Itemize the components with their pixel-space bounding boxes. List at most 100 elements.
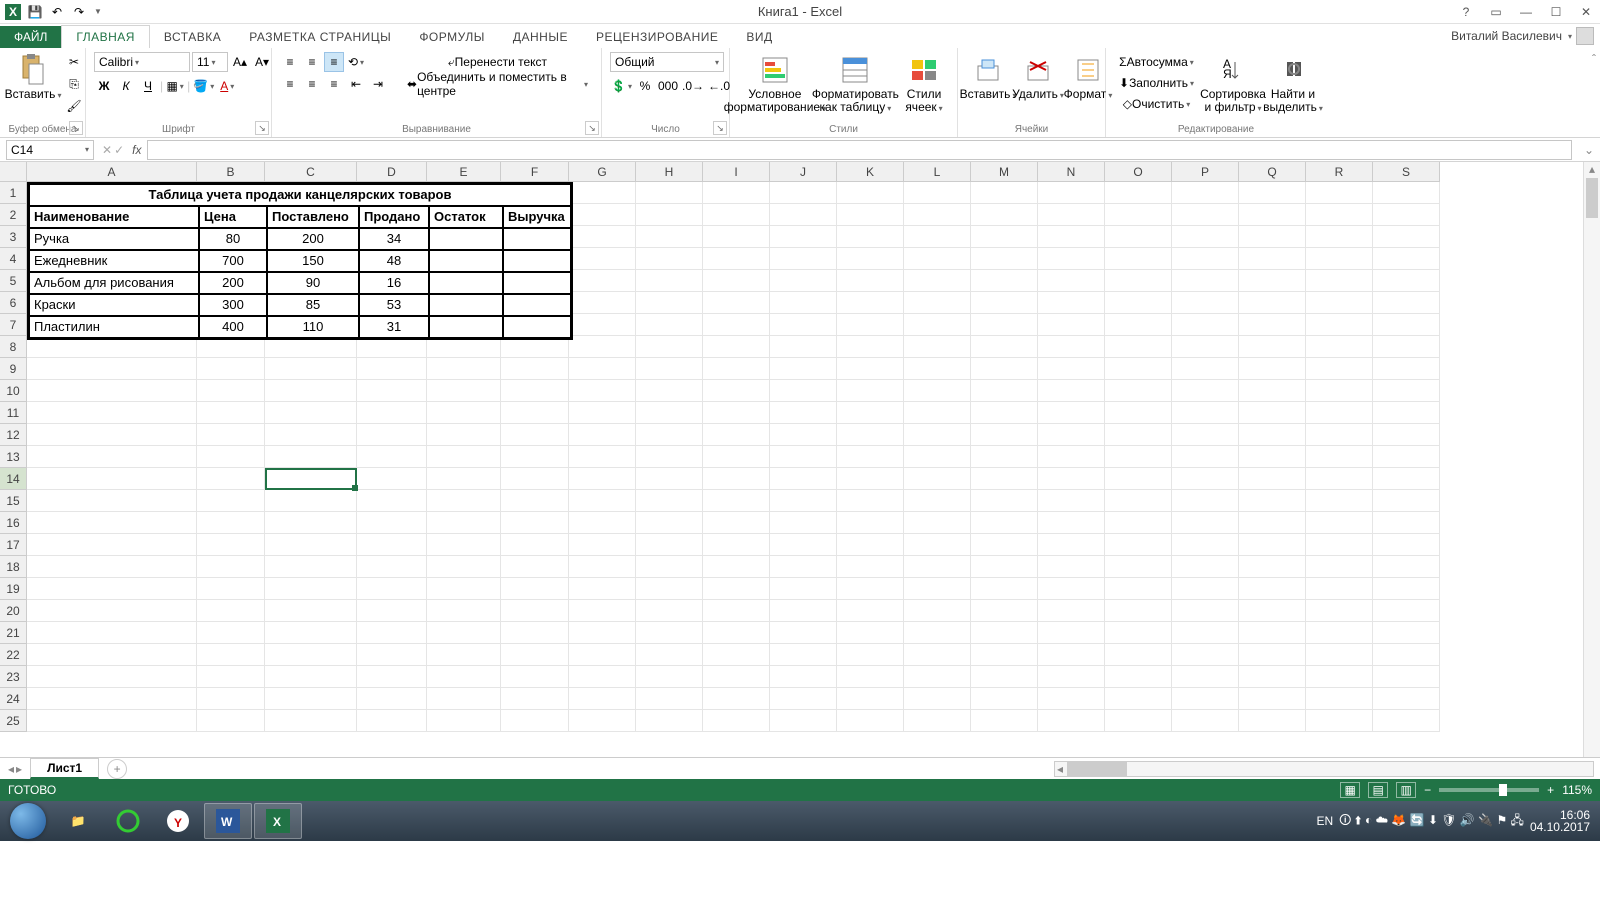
- user-account[interactable]: Виталий Василевич ▾: [1451, 27, 1594, 45]
- row-header-22[interactable]: 22: [0, 644, 27, 666]
- cell-Q4[interactable]: [1239, 248, 1306, 270]
- cell-E16[interactable]: [427, 512, 501, 534]
- undo-button[interactable]: ↶: [48, 3, 66, 21]
- cell-I22[interactable]: [703, 644, 770, 666]
- horizontal-scrollbar[interactable]: ◂: [1054, 761, 1594, 777]
- font-launcher[interactable]: ↘: [255, 121, 269, 135]
- clipboard-launcher[interactable]: ↘: [69, 121, 83, 135]
- cell-S8[interactable]: [1373, 336, 1440, 358]
- row-header-5[interactable]: 5: [0, 270, 27, 292]
- cell-O8[interactable]: [1105, 336, 1172, 358]
- maximize-button[interactable]: ☐: [1546, 2, 1566, 22]
- col-header-B[interactable]: B: [197, 162, 265, 182]
- cell-Q2[interactable]: [1239, 204, 1306, 226]
- row-header-20[interactable]: 20: [0, 600, 27, 622]
- new-sheet-button[interactable]: +: [107, 759, 127, 779]
- cell-O6[interactable]: [1105, 292, 1172, 314]
- cell-R15[interactable]: [1306, 490, 1373, 512]
- cell-A23[interactable]: [27, 666, 197, 688]
- cell-I19[interactable]: [703, 578, 770, 600]
- cell-B24[interactable]: [197, 688, 265, 710]
- cell-I9[interactable]: [703, 358, 770, 380]
- cell-Q13[interactable]: [1239, 446, 1306, 468]
- delete-cells-button[interactable]: Удалить▾: [1016, 52, 1060, 104]
- cell-M25[interactable]: [971, 710, 1038, 732]
- cell-S4[interactable]: [1373, 248, 1440, 270]
- cell-B15[interactable]: [197, 490, 265, 512]
- cell-E25[interactable]: [427, 710, 501, 732]
- cell-E20[interactable]: [427, 600, 501, 622]
- cell-Q9[interactable]: [1239, 358, 1306, 380]
- cell-N10[interactable]: [1038, 380, 1105, 402]
- cell-N18[interactable]: [1038, 556, 1105, 578]
- wrap-text-button[interactable]: ⤶ Перенести текст: [402, 52, 593, 72]
- cell-S13[interactable]: [1373, 446, 1440, 468]
- cell-P1[interactable]: [1172, 182, 1239, 204]
- cell-F22[interactable]: [501, 644, 569, 666]
- cell-S7[interactable]: [1373, 314, 1440, 336]
- table-cell[interactable]: [429, 250, 503, 272]
- row-header-11[interactable]: 11: [0, 402, 27, 424]
- cell-F25[interactable]: [501, 710, 569, 732]
- cell-P17[interactable]: [1172, 534, 1239, 556]
- cell-J5[interactable]: [770, 270, 837, 292]
- cell-J10[interactable]: [770, 380, 837, 402]
- italic-button[interactable]: К: [116, 76, 136, 96]
- cell-M20[interactable]: [971, 600, 1038, 622]
- cell-H15[interactable]: [636, 490, 703, 512]
- cell-L4[interactable]: [904, 248, 971, 270]
- cell-L21[interactable]: [904, 622, 971, 644]
- cell-K7[interactable]: [837, 314, 904, 336]
- number-format-combo[interactable]: Общий▾: [610, 52, 724, 72]
- col-header-I[interactable]: I: [703, 162, 770, 182]
- word-button[interactable]: W: [204, 803, 252, 839]
- cell-C12[interactable]: [265, 424, 357, 446]
- cell-H14[interactable]: [636, 468, 703, 490]
- table-header[interactable]: Поставлено: [267, 206, 359, 228]
- cell-J18[interactable]: [770, 556, 837, 578]
- cell-R14[interactable]: [1306, 468, 1373, 490]
- cell-Q15[interactable]: [1239, 490, 1306, 512]
- cell-B10[interactable]: [197, 380, 265, 402]
- cell-A9[interactable]: [27, 358, 197, 380]
- cell-L1[interactable]: [904, 182, 971, 204]
- cell-S5[interactable]: [1373, 270, 1440, 292]
- table-title[interactable]: Таблица учета продажи канцелярских товар…: [29, 184, 571, 206]
- cell-L9[interactable]: [904, 358, 971, 380]
- cell-N3[interactable]: [1038, 226, 1105, 248]
- enter-formula-button[interactable]: ✓: [114, 143, 124, 157]
- table-header[interactable]: Остаток: [429, 206, 503, 228]
- cell-E15[interactable]: [427, 490, 501, 512]
- cell-P7[interactable]: [1172, 314, 1239, 336]
- cell-Q7[interactable]: [1239, 314, 1306, 336]
- cell-N1[interactable]: [1038, 182, 1105, 204]
- table-cell[interactable]: 16: [359, 272, 429, 294]
- cell-P6[interactable]: [1172, 292, 1239, 314]
- cell-K10[interactable]: [837, 380, 904, 402]
- tab-formulas[interactable]: ФОРМУЛЫ: [405, 26, 499, 48]
- col-header-K[interactable]: K: [837, 162, 904, 182]
- bold-button[interactable]: Ж: [94, 76, 114, 96]
- cell-G8[interactable]: [569, 336, 636, 358]
- cell-O21[interactable]: [1105, 622, 1172, 644]
- align-left-button[interactable]: ≡: [280, 74, 300, 94]
- cell-H18[interactable]: [636, 556, 703, 578]
- col-header-E[interactable]: E: [427, 162, 501, 182]
- cell-J14[interactable]: [770, 468, 837, 490]
- cell-I6[interactable]: [703, 292, 770, 314]
- cell-S1[interactable]: [1373, 182, 1440, 204]
- cell-B17[interactable]: [197, 534, 265, 556]
- cell-R16[interactable]: [1306, 512, 1373, 534]
- cell-Q17[interactable]: [1239, 534, 1306, 556]
- cell-O13[interactable]: [1105, 446, 1172, 468]
- cut-button[interactable]: ✂: [64, 52, 84, 72]
- cell-C24[interactable]: [265, 688, 357, 710]
- cell-D12[interactable]: [357, 424, 427, 446]
- cell-O2[interactable]: [1105, 204, 1172, 226]
- fill-color-button[interactable]: 🪣▾: [192, 76, 215, 96]
- cell-C25[interactable]: [265, 710, 357, 732]
- table-cell[interactable]: 90: [267, 272, 359, 294]
- ribbon-options-button[interactable]: ▭: [1486, 2, 1506, 22]
- cell-R20[interactable]: [1306, 600, 1373, 622]
- cell-L7[interactable]: [904, 314, 971, 336]
